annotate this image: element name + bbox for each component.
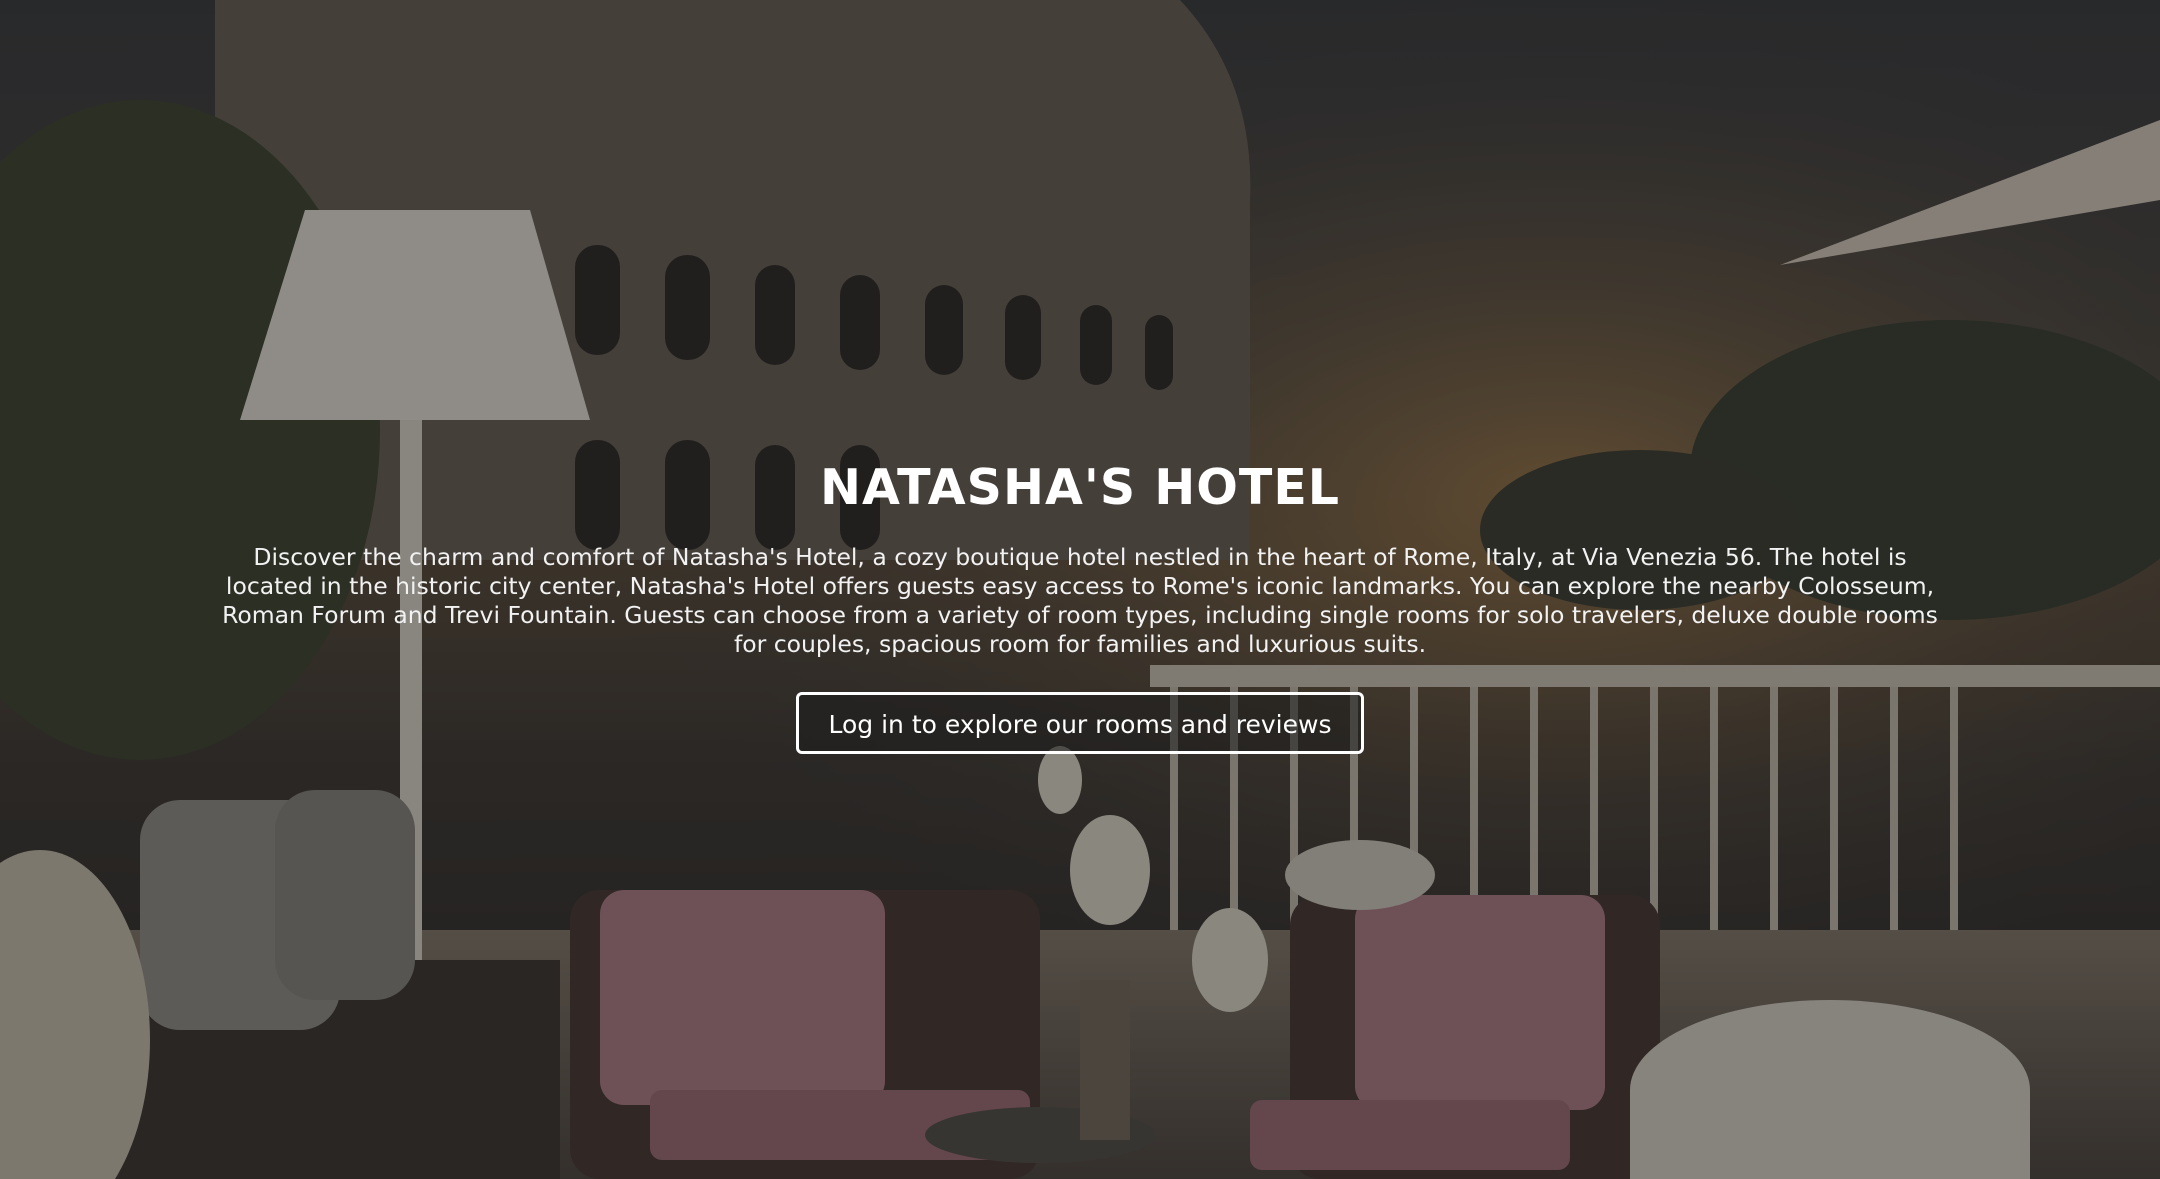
hero-content: NATASHA'S HOTEL Discover the charm and c… bbox=[0, 455, 2160, 754]
hotel-title: NATASHA'S HOTEL bbox=[819, 459, 1341, 516]
login-explore-button[interactable]: Log in to explore our rooms and reviews bbox=[795, 692, 1365, 754]
hero-section: NATASHA'S HOTEL Discover the charm and c… bbox=[0, 0, 2160, 1179]
hotel-description: Discover the charm and comfort of Natash… bbox=[222, 543, 1938, 658]
